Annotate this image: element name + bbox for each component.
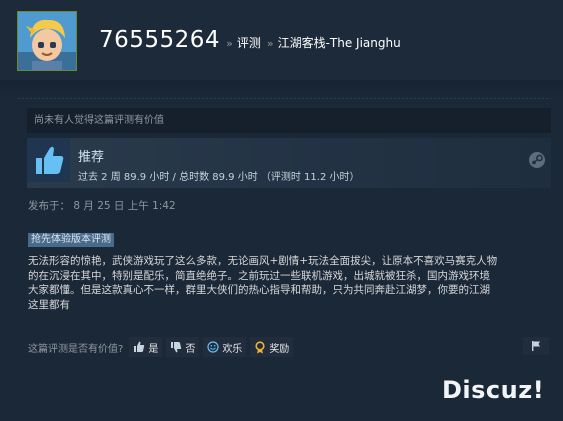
breadcrumb-reviews-link[interactable]: 评测 [237,34,261,51]
breadcrumb-separator: » [266,37,274,50]
thumbs-up-icon [134,341,145,352]
review-line: 的在沉浸在其中，特别是配乐，简直绝绝子。之前玩过一些联机游戏，出城就被狂杀，国内… [28,269,490,282]
username-link[interactable]: 76555264 [99,27,220,53]
watermark-logo: Discuz! [442,376,545,404]
header-divider [0,80,563,98]
award-icon [255,340,265,353]
review-content: 无法形容的惊艳，武侠游戏玩了这么多款，无论画风+剧情+玩法全面拔尖，让原本不喜欢… [28,254,552,312]
vote-controls: 这篇评测是否有价值? 是 否 欢乐 奖励 [28,337,294,357]
user-avatar[interactable] [17,11,77,71]
vote-no-label: 否 [185,343,196,355]
steam-icon [528,151,546,169]
posted-date: 发布于： 8 月 25 日 上午 1:42 [28,200,176,212]
vote-funny-label: 欢乐 [222,343,243,355]
review-line: 无法形容的惊艳，武侠游戏玩了这么多款，无论画风+剧情+玩法全面拔尖，让原本不喜欢… [28,255,498,267]
dotted-divider [18,98,551,99]
thumbs-up-icon [27,138,70,182]
helpful-count-bar: 尚未有人觉得这篇评测有价值 [27,108,551,133]
recommendation-panel: 推荐 过去 2 周 89.9 小时 / 总时数 89.9 小时 （评测时 11.… [27,138,551,188]
review-line: 这里都有 [28,298,70,311]
playtime-hours: 过去 2 周 89.9 小时 / 总时数 89.9 小时 （评测时 11.2 小… [78,172,360,183]
smiley-icon [207,341,219,353]
vote-yes-label: 是 [148,343,159,355]
award-label: 奖励 [269,343,290,355]
review-header: 76555264 » 评测 » 江湖客栈-The Jianghu [0,0,563,80]
breadcrumb-separator: » [226,37,233,50]
flag-icon [532,341,540,351]
vote-question: 这篇评测是否有价值? [28,343,124,355]
review-line: 大家都懂。但是这款真心不一样，群里大侠们的热心指导和帮助，只为共同奔赴江湖梦，你… [28,284,490,296]
thumbs-down-icon [171,342,182,353]
vote-funny-button[interactable]: 欢乐 [203,337,247,357]
breadcrumb: 76555264 » 评测 » 江湖客栈-The Jianghu [99,27,401,63]
vote-yes-button[interactable]: 是 [129,337,163,357]
early-access-badge: 抢先体验版本评测 [28,233,114,247]
report-flag-button[interactable] [523,337,549,355]
vote-no-button[interactable]: 否 [166,337,200,357]
award-button[interactable]: 奖励 [250,337,294,357]
recommendation-title: 推荐 [78,150,105,165]
breadcrumb-game-link[interactable]: 江湖客栈-The Jianghu [278,34,401,51]
